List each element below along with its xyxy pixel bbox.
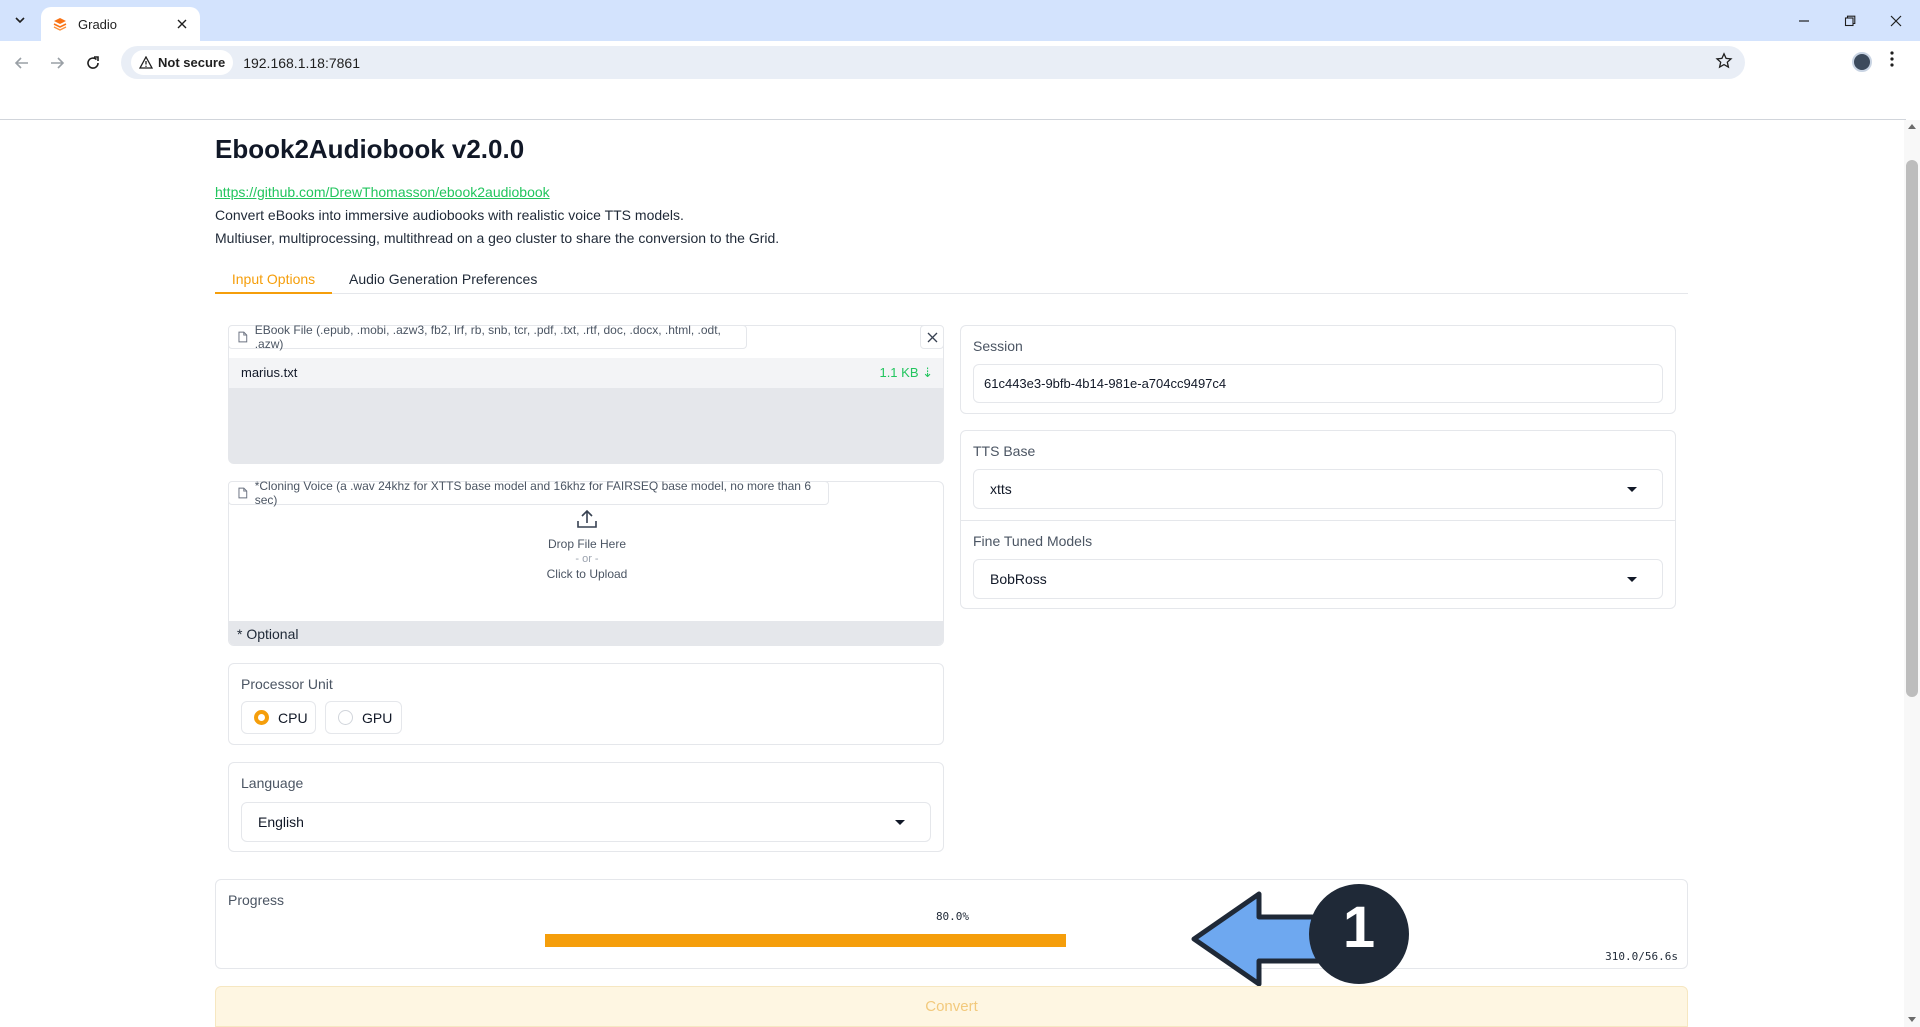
security-chip[interactable]: Not secure [131,50,234,75]
radio-gpu-label: GPU [362,709,393,726]
browser-tab[interactable]: Gradio [41,7,200,41]
address-bar[interactable]: Not secure 192.168.1.18:7861 [121,46,1745,79]
tab-close-icon[interactable] [170,12,194,36]
optional-footer: * Optional [229,621,943,645]
file-name: marius.txt [241,365,298,380]
page-title: Ebook2Audiobook v2.0.0 [215,134,525,164]
session-input[interactable]: 61c443e3-9bfb-4b14-981e-a704cc9497c4 [973,364,1663,403]
or-text: - or - [575,553,599,565]
radio-cpu[interactable]: CPU [241,701,316,734]
divider [961,520,1675,521]
minimize-button[interactable] [1781,0,1827,41]
browser-menu-icon[interactable] [1890,51,1894,72]
forward-button[interactable] [43,49,71,77]
tab-bar: Input Options Audio Generation Preferenc… [215,266,1688,294]
scroll-up-icon[interactable] [1908,124,1916,129]
session-block: Session 61c443e3-9bfb-4b14-981e-a704cc94… [960,325,1676,414]
minimize-icon [1799,19,1809,22]
upload-icon [577,509,597,528]
progress-timing: 310.0/56.6s [1605,950,1678,963]
language-label: Language [241,775,304,791]
back-button[interactable] [8,49,36,77]
page-divider [0,119,1906,120]
progress-percent: 80.0% [935,910,970,923]
click-to-upload-text: Click to Upload [546,567,628,581]
drop-file-text: Drop File Here [547,537,627,551]
warning-icon [139,56,153,69]
tab-search-button[interactable] [8,8,32,32]
arrow-left-icon [14,57,28,69]
browser-toolbar: Not secure 192.168.1.18:7861 [0,41,1920,82]
language-value: English [258,814,304,830]
progress-bar-fill [545,934,1066,947]
convert-button[interactable]: Convert [215,986,1688,1027]
scroll-down-icon[interactable] [1908,1017,1916,1022]
radio-gpu[interactable]: GPU [325,701,402,734]
radio-selected-icon [254,710,269,725]
restore-icon [1844,15,1856,26]
gradio-favicon-icon [52,16,68,32]
dropdown-caret-icon [1627,577,1637,582]
tab-title: Gradio [78,16,118,32]
reload-button[interactable] [79,49,107,77]
tab-audio-generation-preferences[interactable]: Audio Generation Preferences [349,266,537,294]
security-label: Not secure [158,55,226,70]
browser-tab-strip: Gradio [0,0,1920,41]
session-label: Session [973,338,1023,354]
fine-tuned-models-value: BobRoss [990,571,1047,587]
reload-icon [87,56,99,69]
file-size-download[interactable]: 1.1 KB ⇣ [879,365,933,381]
fine-tuned-models-label: Fine Tuned Models [973,533,1093,549]
file-icon [238,487,248,499]
file-row: marius.txt 1.1 KB ⇣ [229,358,943,388]
upload-dropzone[interactable]: Drop File Here - or - Click to Upload [229,509,943,581]
tts-base-dropdown[interactable]: xtts [973,469,1663,509]
ebook-file-label-text: EBook File (.epub, .mobi, .azw3, fb2, lr… [254,323,721,351]
close-icon [1890,15,1902,26]
dropdown-caret-icon [895,820,905,825]
close-icon [927,332,937,342]
dropdown-caret-icon [1627,487,1637,492]
progress-block: Progress 80.0% 310.0/56.6s [215,879,1688,969]
description-line-2: Multiuser, multiprocessing, multithread … [215,230,780,246]
tts-base-label: TTS Base [973,443,1036,459]
processor-unit-block: Processor Unit CPU GPU [228,663,944,745]
url-text: 192.168.1.18:7861 [243,54,360,71]
fine-tuned-models-dropdown[interactable]: BobRoss [973,559,1663,599]
tab-input-options[interactable]: Input Options [215,266,332,294]
annotation-step-number: 1 [1342,895,1376,960]
language-block: Language English [228,762,944,852]
model-settings-block: TTS Base xtts Fine Tuned Models BobRoss [960,430,1676,609]
file-icon [238,331,248,343]
ebook-file-label: EBook File (.epub, .mobi, .azw3, fb2, lr… [228,323,747,351]
voice-file-label-text: *Cloning Voice (a .wav 24khz for XTTS ba… [254,479,811,507]
scrollbar-thumb[interactable] [1906,160,1918,697]
progress-label: Progress [228,892,285,908]
radio-unselected-icon [338,710,353,725]
arrow-right-icon [51,57,65,69]
close-window-button[interactable] [1873,0,1919,41]
tts-base-value: xtts [990,481,1012,497]
processor-unit-label: Processor Unit [241,676,333,692]
profile-avatar[interactable] [1852,52,1872,72]
voice-file-label: *Cloning Voice (a .wav 24khz for XTTS ba… [228,479,829,507]
chevron-down-icon [15,17,25,24]
clear-file-button[interactable] [920,325,944,349]
repo-link[interactable]: https://github.com/DrewThomasson/ebook2a… [215,184,550,200]
bookmark-star-icon[interactable] [1715,52,1733,73]
restore-button[interactable] [1827,0,1873,41]
radio-cpu-label: CPU [278,709,308,726]
description-line-1: Convert eBooks into immersive audiobooks… [215,207,684,223]
language-dropdown[interactable]: English [241,802,931,842]
